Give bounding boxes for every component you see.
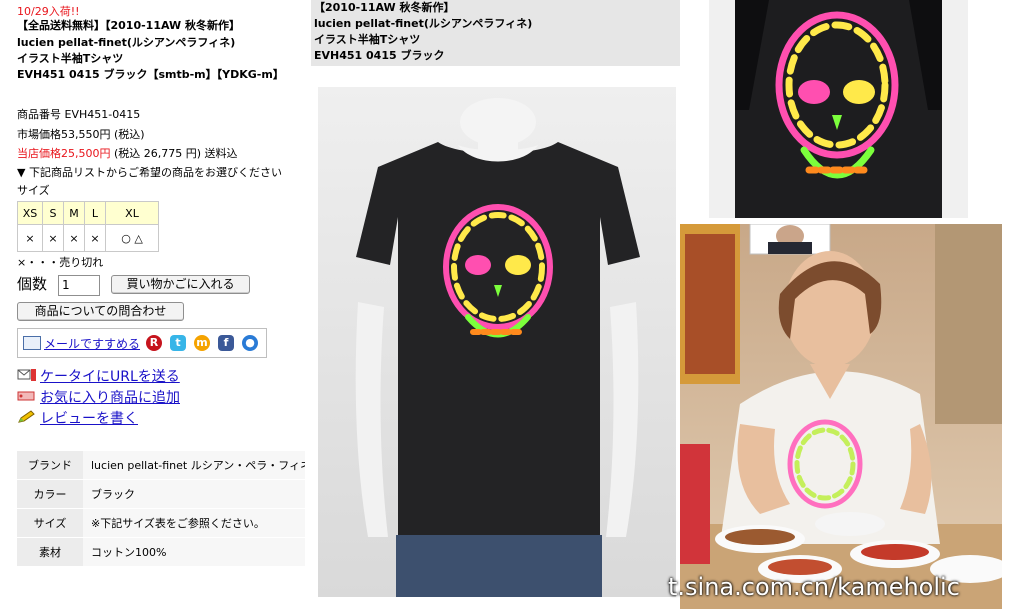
review-pencil-icon	[18, 410, 35, 423]
inquiry-button[interactable]: 商品についての問合わせ	[17, 302, 184, 321]
market-price: 市場価格53,550円 (税込)	[17, 128, 145, 141]
stock-l: ×	[84, 224, 106, 252]
favorite-tag-icon	[17, 391, 35, 401]
spec-table: ブランド lucien pellat-finet ルシアン・ペラ・フィネ カラーブ…	[17, 451, 305, 567]
add-to-favorites-link[interactable]: お気に入り商品に追加	[40, 387, 180, 407]
spec-row: 素材 コットン100%	[17, 537, 305, 567]
caption-line-4: EVH451 0415 ブラック	[314, 49, 445, 62]
spec-key: カラー	[17, 479, 83, 509]
select-prompt: ▼ 下記商品リストからご希望の商品をお選びください	[17, 166, 282, 179]
title-line-2: lucien pellat-finet(ルシアンペラフィネ)	[17, 36, 236, 49]
spec-row: ブランド lucien pellat-finet ルシアン・ペラ・フィネ	[17, 451, 305, 480]
spec-key: サイズ	[17, 508, 83, 538]
store-price: 当店価格25,500円	[17, 147, 111, 160]
title-line-1: 【全品送料無料】【2010-11AW 秋冬新作】	[17, 19, 240, 32]
stock-m: ×	[63, 224, 85, 252]
spec-row: カラー ブラック	[17, 479, 305, 509]
arrival-notice: 10/29入荷!!	[17, 5, 80, 18]
size-m: M	[63, 201, 85, 225]
product-photo-closeup	[709, 0, 968, 218]
caption-line-1: 【2010-11AW 秋冬新作】	[314, 1, 455, 14]
product-number: 商品番号 EVH451-0415	[17, 108, 141, 121]
weibo-watermark: t.sina.com.cn/kameholic	[668, 573, 960, 601]
caption-line-2: lucien pellat-finet(ルシアンペラフィネ)	[314, 17, 533, 30]
spec-value: ブラック	[83, 479, 305, 509]
mail-recommend-link[interactable]: メールですすめる	[44, 335, 140, 352]
size-label: サイズ	[17, 184, 50, 197]
spec-value: lucien pellat-finet ルシアン・ペラ・フィネ	[83, 451, 305, 480]
spec-key: ブランド	[17, 451, 83, 480]
tshirt-mannequin-image	[355, 98, 640, 597]
rakuten-icon[interactable]: R	[146, 335, 162, 351]
twitter-icon[interactable]: t	[170, 335, 186, 351]
product-photo-mannequin	[318, 87, 676, 597]
spec-value: コットン100%	[83, 537, 305, 567]
store-price-tax: (税込 26,775 円) 送料込	[114, 147, 238, 160]
stock-xs: ×	[17, 224, 43, 252]
quantity-input[interactable]: 1	[58, 275, 100, 296]
share-bar: メールですすめる R t m f ●	[17, 328, 267, 358]
caption-line-3: イラスト半袖Tシャツ	[314, 33, 421, 46]
stock-s: ×	[42, 224, 64, 252]
tv-screenshot-photo	[680, 224, 1002, 609]
spec-value: ※下記サイズ表をご参照ください。	[83, 508, 305, 538]
add-to-cart-button[interactable]: 買い物かごに入れる	[111, 275, 250, 294]
quantity-label: 個数	[17, 275, 48, 293]
sold-out-note: ×・・・売り切れ	[17, 256, 104, 269]
size-xl: XL	[105, 201, 159, 225]
mobile-mail-icon	[17, 369, 36, 381]
title-line-3: イラスト半袖Tシャツ	[17, 52, 124, 65]
spec-row: サイズ ※下記サイズ表をご参照ください。	[17, 508, 305, 538]
store-price-row: 当店価格25,500円 (税込 26,775 円) 送料込	[17, 147, 238, 161]
hatena-icon[interactable]: ●	[242, 335, 258, 351]
send-url-to-mobile-link[interactable]: ケータイにURLを送る	[40, 366, 180, 386]
skull-closeup-image	[709, 0, 968, 218]
size-l: L	[84, 201, 106, 225]
size-table: XS S M L XL × × × × ○ △	[17, 201, 159, 252]
facebook-icon[interactable]: f	[218, 335, 234, 351]
spec-key: 素材	[17, 537, 83, 567]
title-line-4: EVH451 0415 ブラック【smtb-m】【YDKG-m】	[17, 68, 284, 81]
product-caption: 【2010-11AW 秋冬新作】 lucien pellat-finet(ルシア…	[311, 0, 680, 66]
mail-icon	[23, 336, 41, 350]
size-xs: XS	[17, 201, 43, 225]
size-s: S	[42, 201, 64, 225]
mixi-icon[interactable]: m	[194, 335, 210, 351]
write-review-link[interactable]: レビューを書く	[40, 408, 138, 428]
stock-xl-radio[interactable]: ○ △	[105, 224, 159, 252]
person-wearing-shirt-image	[680, 224, 1002, 609]
